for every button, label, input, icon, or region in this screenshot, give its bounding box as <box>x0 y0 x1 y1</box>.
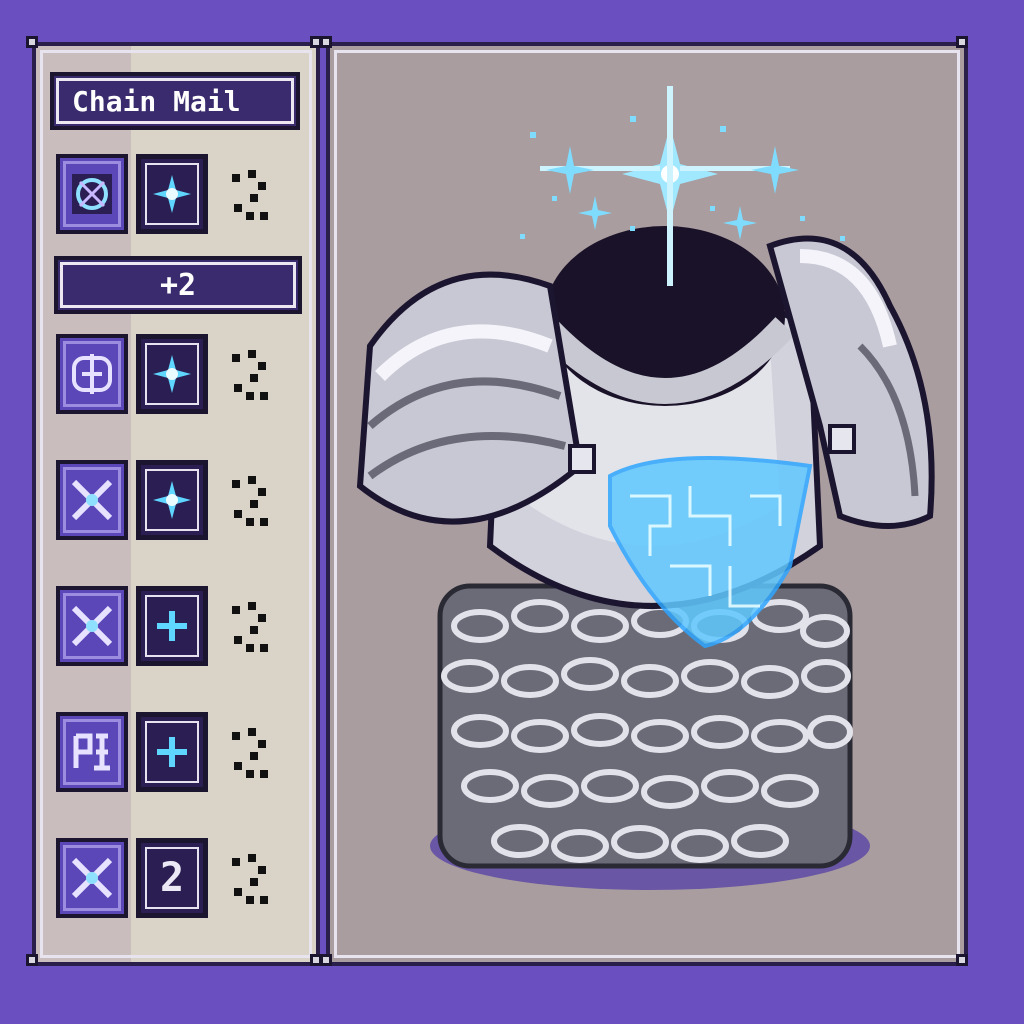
rune-value-slot[interactable] <box>136 154 208 234</box>
frame-corner <box>956 954 968 966</box>
rune-row-6[interactable]: 2 <box>56 838 316 922</box>
rune-value-slot[interactable]: 2 <box>136 838 208 918</box>
sparkle-icon <box>153 481 191 519</box>
item-level-label: +2 <box>54 256 302 314</box>
dots-glyph-icon <box>232 728 268 778</box>
knot-rune-icon[interactable] <box>56 334 128 414</box>
frame-corner <box>26 36 38 48</box>
frame-corner <box>956 36 968 48</box>
dots-glyph-icon <box>232 602 268 652</box>
cross-rune-icon[interactable] <box>56 460 128 540</box>
rune-value-slot[interactable] <box>136 460 208 540</box>
cross-rune-icon[interactable] <box>56 586 128 666</box>
item-preview-panel <box>326 42 968 966</box>
rune-row-1[interactable] <box>56 154 316 238</box>
rune-row-3[interactable] <box>56 460 316 544</box>
sparkle-icon <box>153 355 191 393</box>
dots-glyph-icon <box>232 350 268 400</box>
plus-icon <box>157 737 187 767</box>
rune-value-text: 2 <box>159 855 185 901</box>
dots-glyph-icon <box>232 854 268 904</box>
rune-row-5[interactable] <box>56 712 316 796</box>
item-name-label: Chain Mail <box>50 72 300 130</box>
dots-glyph-icon <box>232 476 268 526</box>
ornate-rune-icon[interactable] <box>56 154 128 234</box>
chain-mail-armor-image <box>356 86 935 890</box>
rune-row-2[interactable] <box>56 334 316 418</box>
frame-corner <box>26 954 38 966</box>
sparkle-icon <box>153 175 191 213</box>
rune-value-slot[interactable] <box>136 334 208 414</box>
frame-corner <box>320 954 332 966</box>
item-stats-panel: Chain Mail +2 2 <box>32 42 320 966</box>
cross-rune-icon[interactable] <box>56 838 128 918</box>
rune-row-4[interactable] <box>56 586 316 670</box>
dots-glyph-icon <box>232 170 268 220</box>
rune-value-slot[interactable] <box>136 586 208 666</box>
frame-corner <box>320 36 332 48</box>
rune-value-slot[interactable] <box>136 712 208 792</box>
plus-icon <box>157 611 187 641</box>
glyph-rune-icon[interactable] <box>56 712 128 792</box>
